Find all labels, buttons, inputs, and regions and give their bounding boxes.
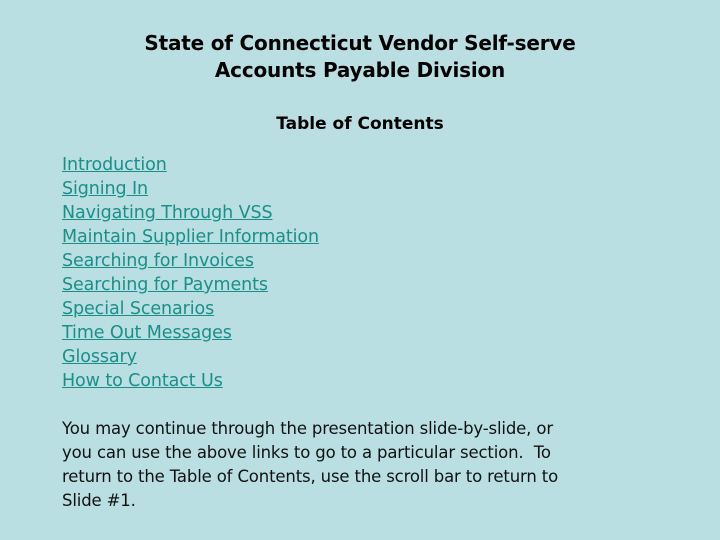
slide-title-line-2: Accounts Payable Division <box>214 58 506 82</box>
instructions-line-3: return to the Table of Contents, use the… <box>62 467 559 486</box>
toc-item: Maintain Supplier Information <box>62 225 319 249</box>
toc-link-glossary[interactable]: Glossary <box>62 347 137 367</box>
toc-link-searching-for-payments[interactable]: Searching for Payments <box>62 275 268 295</box>
toc-item: Signing In <box>62 177 319 201</box>
slide-title: State of Connecticut Vendor Self-serve A… <box>0 30 720 84</box>
instructions-paragraph: You may continue through the presentatio… <box>62 417 662 513</box>
toc-item: Introduction <box>62 153 319 177</box>
toc-list: Introduction Signing In Navigating Throu… <box>62 153 319 393</box>
toc-item: Searching for Invoices <box>62 249 319 273</box>
toc-item: Searching for Payments <box>62 273 319 297</box>
slide-title-line-1: State of Connecticut Vendor Self-serve <box>144 31 576 55</box>
toc-item: Time Out Messages <box>62 321 319 345</box>
instructions-line-1: You may continue through the presentatio… <box>62 419 553 438</box>
toc-link-introduction[interactable]: Introduction <box>62 155 167 175</box>
toc-item: How to Contact Us <box>62 369 319 393</box>
toc-link-signing-in[interactable]: Signing In <box>62 179 148 199</box>
toc-link-how-to-contact-us[interactable]: How to Contact Us <box>62 371 223 391</box>
toc-link-special-scenarios[interactable]: Special Scenarios <box>62 299 214 319</box>
toc-heading: Table of Contents <box>276 114 444 134</box>
toc-link-navigating-through-vss[interactable]: Navigating Through VSS <box>62 203 273 223</box>
toc-link-maintain-supplier-information[interactable]: Maintain Supplier Information <box>62 227 319 247</box>
toc-link-time-out-messages[interactable]: Time Out Messages <box>62 323 232 343</box>
toc-item: Navigating Through VSS <box>62 201 319 225</box>
instructions-line-4: Slide #1. <box>62 491 136 510</box>
toc-link-searching-for-invoices[interactable]: Searching for Invoices <box>62 251 254 271</box>
toc-item: Glossary <box>62 345 319 369</box>
instructions-line-2: you can use the above links to go to a p… <box>62 443 551 462</box>
toc-item: Special Scenarios <box>62 297 319 321</box>
